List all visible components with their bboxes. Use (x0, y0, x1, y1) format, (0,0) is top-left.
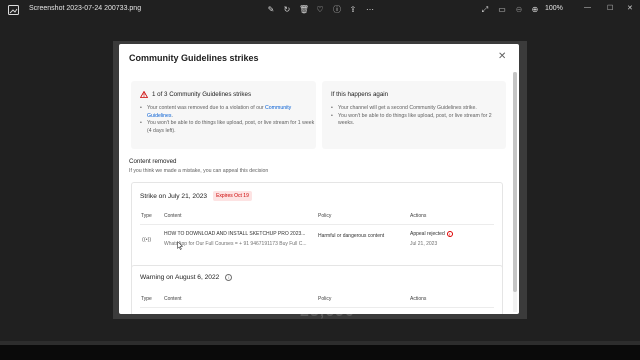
next-strike-item: Your channel will get a second Community… (331, 105, 506, 113)
col-policy: Policy (318, 213, 332, 219)
video-description: WhatsApp for Our Full Courses = + 91 946… (164, 241, 307, 247)
favorite-icon[interactable]: ♡ (315, 5, 325, 15)
mouse-cursor-icon (177, 241, 183, 250)
maximize-icon[interactable]: ☐ (607, 4, 613, 12)
zoom-level[interactable]: 100% (545, 5, 563, 12)
policy-name: Harmful or dangerous content (318, 233, 385, 239)
video-title[interactable]: HOW TO DOWNLOAD AND INSTALL SKETCHUP PRO… (164, 231, 305, 237)
strike-detail-item: Your content was removed due to a violat… (140, 105, 316, 120)
fullscreen-icon[interactable]: ⤢ (480, 5, 490, 15)
strike-title: Strike on July 21, 2023 (140, 192, 208, 200)
more-icon[interactable]: ⋯ (365, 5, 375, 15)
warning-icon (140, 91, 148, 98)
image-app-icon (8, 5, 19, 15)
next-strike-card: If this happens again Your channel will … (322, 81, 506, 149)
next-strike-heading: If this happens again (331, 91, 389, 98)
strike-detail-item: You won't be able to do things like uplo… (140, 120, 316, 135)
dialog-title: Community Guidelines strikes (129, 53, 259, 63)
warning-section: Warning on August 6, 2022 i Type Content… (131, 265, 503, 314)
col-type: Type (141, 213, 152, 219)
rotate-icon[interactable]: ↻ (282, 5, 292, 15)
info-icon[interactable]: i (225, 274, 233, 281)
bullet-text-end: . (171, 112, 173, 119)
delete-icon[interactable]: 🗑 (299, 5, 309, 15)
strike-details-list: Your content was removed due to a violat… (140, 105, 316, 135)
strikes-dialog: Community Guidelines strikes ✕ 1 of 3 Co… (119, 44, 519, 314)
zoom-out-icon[interactable]: ⊖ (514, 5, 524, 15)
title-bar: Screenshot 2023-07-24 200733.png ✎ ↻ 🗑 ♡… (0, 0, 640, 20)
content-removed-subtitle: If you think we made a mistake, you can … (129, 168, 269, 174)
row-divider (140, 307, 494, 308)
minimize-icon[interactable]: — (584, 4, 591, 11)
strike-count-heading: 1 of 3 Community Guidelines strikes (140, 91, 251, 98)
close-icon[interactable]: ✕ (627, 4, 633, 12)
dialog-close-icon[interactable]: ✕ (498, 51, 506, 62)
bottom-strip (0, 341, 640, 360)
strike-count-text: 1 of 3 Community Guidelines strikes (152, 91, 252, 98)
content-removed-title: Content removed (129, 158, 177, 165)
file-name: Screenshot 2023-07-24 200733.png (29, 5, 142, 12)
expires-badge: Expires Oct 19 (213, 191, 252, 201)
error-icon: ! (446, 231, 453, 237)
next-strike-list: Your channel will get a second Community… (331, 105, 506, 128)
live-stream-icon: ((•)) (142, 237, 152, 243)
appeal-status-text: Appeal rejected (410, 231, 445, 237)
col-actions: Actions (410, 213, 427, 219)
share-icon[interactable]: ⇪ (348, 5, 358, 15)
zoom-in-icon[interactable]: ⊕ (530, 5, 540, 15)
appeal-status: Appeal rejected ! (410, 231, 453, 237)
col-actions: Actions (410, 296, 427, 302)
col-type: Type (141, 296, 152, 302)
row-divider (140, 224, 494, 225)
bullet-text: Your content was removed due to a violat… (147, 105, 266, 111)
appeal-date: Jul 21, 2023 (410, 241, 438, 247)
edit-icon[interactable]: ✎ (266, 5, 276, 15)
strip-divider (0, 341, 640, 345)
strike-header: Strike on July 21, 2023 Expires Oct 19 (140, 191, 252, 201)
next-strike-item: You won't be able to do things like uplo… (331, 113, 506, 128)
col-policy: Policy (318, 296, 332, 302)
warning-header: Warning on August 6, 2022 i (140, 274, 233, 281)
warning-title: Warning on August 6, 2022 (140, 274, 220, 281)
fit-icon[interactable]: ▭ (497, 5, 507, 15)
strike-count-card: 1 of 3 Community Guidelines strikes Your… (131, 81, 316, 149)
info-icon[interactable]: ⓘ (332, 5, 342, 15)
col-content: Content (164, 296, 182, 302)
scrollbar-thumb[interactable] (513, 72, 517, 292)
col-content: Content (164, 213, 182, 219)
